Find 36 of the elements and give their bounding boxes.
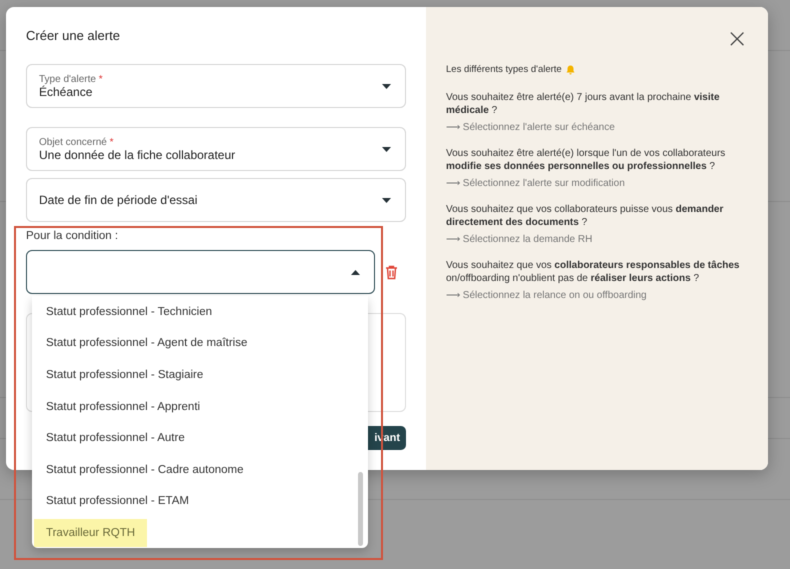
help-hint: ⟶ Sélectionnez l'alerte sur modification xyxy=(446,177,626,189)
dropdown-option[interactable]: Statut professionnel - ETAM xyxy=(34,487,201,516)
field-label: Objet concerné * xyxy=(39,136,115,148)
dropdown-option[interactable]: Statut professionnel - Apprenti xyxy=(34,392,212,421)
field-value: Échéance xyxy=(39,84,94,98)
dialog-title: Créer une alerte xyxy=(26,28,121,43)
help-question: Vous souhaitez que vos collaborateurs puisse vous demander directement des documents ? xyxy=(446,203,724,229)
close-button[interactable]: × xyxy=(726,27,748,51)
help-question: Vous souhaitez être alerté(e) 7 jours avant la prochaine visite médicale ? xyxy=(446,91,721,117)
help-hint: ⟶ Sélectionnez la demande RH xyxy=(446,233,594,245)
help-title: Les différents types d'alerte xyxy=(446,64,562,75)
dropdown-option[interactable]: Statut professionnel - Cadre autonome xyxy=(34,456,256,484)
field-value: Une donnée de la fiche collaborateur xyxy=(39,148,236,162)
help-question: Vous souhaitez être alerté(e) lorsque l'un de vos collaborateurs modifie ses données personnelles ou professionnelles ? xyxy=(446,147,726,173)
field-value: Date de fin de période d'essai xyxy=(39,193,198,207)
field-label: Type d'alerte * xyxy=(39,74,104,84)
help-question: Vous souhaitez que vos collaborateurs responsables de tâches on/offboarding n'oublient pas de réaliser leurs actions ? xyxy=(446,259,740,285)
condition-select[interactable] xyxy=(26,250,375,294)
dropdown-option[interactable]: Statut professionnel - Stagiaire xyxy=(34,360,216,389)
select-field[interactable]: Date de fin de période d'essai xyxy=(26,178,406,222)
caret-icon xyxy=(382,147,391,152)
caret-icon xyxy=(382,198,391,203)
help-hint: ⟶ Sélectionnez la relance on ou offboarding xyxy=(446,289,648,301)
bell-icon xyxy=(566,64,575,74)
caret-icon xyxy=(351,270,360,275)
dropdown-option[interactable]: Statut professionnel - Technicien xyxy=(34,298,224,326)
select-field[interactable]: Objet concerné * Une donnée de la fiche collaborateur xyxy=(26,127,406,171)
select-field[interactable]: Type d'alerte * Échéance xyxy=(26,64,406,108)
caret-icon xyxy=(382,84,391,89)
scrollbar[interactable] xyxy=(358,472,363,546)
dropdown-option[interactable]: Statut professionnel - Autre xyxy=(34,424,197,452)
dropdown-option[interactable]: Travailleur RQTH xyxy=(34,518,148,547)
condition-label: Pour la condition : xyxy=(26,230,120,242)
help-hint: ⟶ Sélectionnez l'alerte sur échéance xyxy=(446,121,616,133)
trash-icon[interactable] xyxy=(385,264,398,280)
dropdown-option[interactable]: Statut professionnel - Agent de maîtrise xyxy=(34,329,260,358)
